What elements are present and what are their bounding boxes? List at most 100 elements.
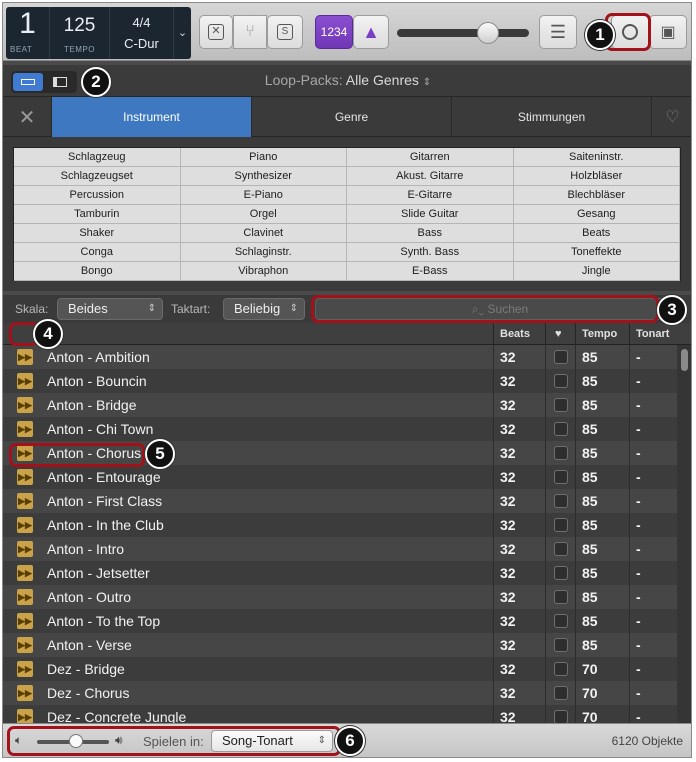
table-row[interactable]: ▶▶ Dez - Chorus 32 70- — [3, 681, 677, 705]
loop-key: - — [629, 657, 677, 681]
keyword-button[interactable]: Gitarren — [347, 148, 514, 167]
favorite-checkbox[interactable] — [545, 489, 575, 513]
keyword-button[interactable]: Slide Guitar — [347, 205, 514, 224]
favorite-checkbox[interactable] — [545, 561, 575, 585]
media-browser-button[interactable]: ▣ — [649, 15, 687, 49]
audio-loop-icon: ▶▶ — [17, 349, 33, 365]
control-bar: 1 BEAT 125 TEMPO 4/4 C-Dur ⌄ ✕ ⑂ S 1234 — [3, 3, 691, 61]
loop-beats: 32 — [493, 609, 545, 633]
scrollbar-thumb[interactable] — [681, 349, 688, 371]
favorite-checkbox[interactable] — [545, 633, 575, 657]
signature-popup[interactable]: Beliebig ⇕ — [223, 298, 305, 320]
keyword-button[interactable]: Clavinet — [180, 224, 347, 243]
scale-popup[interactable]: Beides ⇕ — [57, 298, 163, 320]
tempo-column-header[interactable]: Tempo — [575, 323, 629, 345]
filter-bar: Skala: Beides ⇕ Taktart: Beliebig ⇕ ⌕⌄ S… — [3, 295, 691, 325]
loop-key: - — [629, 345, 677, 369]
tuner-button[interactable]: ⑂ — [233, 15, 267, 49]
keyword-button[interactable]: Jingle — [513, 262, 680, 281]
tab-instrument[interactable]: Instrument — [51, 97, 251, 137]
favorite-checkbox[interactable] — [545, 609, 575, 633]
reset-filter-button[interactable]: ✕ — [3, 97, 51, 137]
loop-tempo: 70 — [575, 681, 629, 705]
table-row[interactable]: ▶▶ Anton - Intro 32 85- — [3, 537, 677, 561]
metronome-button[interactable]: ▲ — [353, 15, 389, 49]
keyword-button[interactable]: Schlagzeug — [14, 148, 181, 167]
keyword-button[interactable]: Toneffekte — [513, 243, 680, 262]
favorite-checkbox[interactable] — [545, 465, 575, 489]
keyword-button[interactable]: Holzbläser — [513, 167, 680, 186]
favorite-checkbox[interactable] — [545, 585, 575, 609]
favorite-checkbox[interactable] — [545, 705, 575, 723]
solo-button[interactable]: S — [267, 15, 303, 49]
favorite-checkbox[interactable] — [545, 393, 575, 417]
key-column-header[interactable]: Tonart — [629, 323, 691, 345]
master-volume-knob[interactable] — [477, 22, 499, 44]
favorite-checkbox[interactable] — [545, 441, 575, 465]
beats-column-header[interactable]: Beats — [493, 323, 545, 345]
loop-key: - — [629, 681, 677, 705]
loop-tempo: 85 — [575, 345, 629, 369]
keyword-button[interactable]: Synthesizer — [180, 167, 347, 186]
keyword-button[interactable]: Saiteninstr. — [513, 148, 680, 167]
loop-list: ▶▶ Anton - Ambition 32 85- ▶▶ Anton - Bounci… — [3, 345, 677, 723]
favorite-checkbox[interactable] — [545, 537, 575, 561]
vertical-scrollbar[interactable] — [677, 345, 691, 723]
keyword-button[interactable]: Tamburin — [14, 205, 181, 224]
keyword-button[interactable]: Gesang — [513, 205, 680, 224]
keyword-button[interactable]: Beats — [513, 224, 680, 243]
table-row[interactable]: ▶▶ Anton - Entourage 32 85- — [3, 465, 677, 489]
close-icon: ✕ — [18, 106, 36, 129]
keyword-button[interactable]: E-Bass — [347, 262, 514, 281]
loop-key: - — [629, 633, 677, 657]
keyword-button[interactable]: Orgel — [180, 205, 347, 224]
keyword-button[interactable]: Percussion — [14, 186, 181, 205]
favorite-checkbox[interactable] — [545, 657, 575, 681]
table-row[interactable]: ▶▶ Anton - Jetsetter 32 85- — [3, 561, 677, 585]
table-row[interactable]: ▶▶ Anton - Bridge 32 85- — [3, 393, 677, 417]
keyword-button[interactable]: Akust. Gitarre — [347, 167, 514, 186]
cycle-mode-button[interactable]: ✕ — [199, 15, 233, 49]
loop-browser-header: 2 Loop-Packs: Alle Genres ⇕ — [3, 65, 691, 97]
favorite-column-header[interactable]: ♥ — [545, 323, 575, 345]
table-row[interactable]: ▶▶ Anton - Bouncin 32 85- — [3, 369, 677, 393]
table-row[interactable]: ▶▶ Dez - Concrete Jungle 32 70- — [3, 705, 677, 723]
keyword-button[interactable]: Shaker — [14, 224, 181, 243]
lcd-display[interactable]: 1 BEAT 125 TEMPO 4/4 C-Dur ⌄ — [6, 7, 191, 59]
table-row[interactable]: ▶▶ Dez - Bridge 32 70- — [3, 657, 677, 681]
favorite-checkbox[interactable] — [545, 417, 575, 441]
keyword-button[interactable]: Vibraphon — [180, 262, 347, 281]
favorite-checkbox[interactable] — [545, 369, 575, 393]
logic-window: 1 BEAT 125 TEMPO 4/4 C-Dur ⌄ ✕ ⑂ S 1234 — [2, 2, 692, 758]
tab-genre[interactable]: Genre — [251, 97, 451, 137]
favorites-tab[interactable]: ♡ — [651, 97, 691, 137]
table-row[interactable]: ▶▶ Anton - First Class 32 85- — [3, 489, 677, 513]
list-editors-button[interactable]: ☰ — [539, 15, 577, 49]
table-row[interactable]: ▶▶ Anton - Outro 32 85- — [3, 585, 677, 609]
loop-beats: 32 — [493, 633, 545, 657]
keyword-button[interactable]: Schlaginstr. — [180, 243, 347, 262]
keyword-button[interactable]: Conga — [14, 243, 181, 262]
favorite-checkbox[interactable] — [545, 681, 575, 705]
keyword-button[interactable]: Bongo — [14, 262, 181, 281]
table-row[interactable]: ▶▶ Anton - Chi Town 32 85- — [3, 417, 677, 441]
count-in-button[interactable]: 1234 — [315, 15, 353, 49]
keyword-button[interactable]: Synth. Bass — [347, 243, 514, 262]
table-row[interactable]: ▶▶ Anton - To the Top 32 85- — [3, 609, 677, 633]
table-row[interactable]: ▶▶ Anton - Ambition 32 85- — [3, 345, 677, 369]
heart-outline-icon: ♡ — [665, 109, 680, 126]
tab-moods[interactable]: Stimmungen — [451, 97, 651, 137]
name-column-header[interactable] — [3, 323, 493, 345]
keyword-button[interactable]: Piano — [180, 148, 347, 167]
favorite-checkbox[interactable] — [545, 513, 575, 537]
keyword-button[interactable]: Bass — [347, 224, 514, 243]
master-volume-track[interactable] — [397, 29, 529, 37]
table-row[interactable]: ▶▶ Anton - In the Club 32 85- — [3, 513, 677, 537]
favorite-checkbox[interactable] — [545, 345, 575, 369]
keyword-button[interactable]: Schlagzeugset — [14, 167, 181, 186]
lcd-dropdown-chevron-icon[interactable]: ⌄ — [174, 7, 191, 59]
table-row[interactable]: ▶▶ Anton - Verse 32 85- — [3, 633, 677, 657]
keyword-button[interactable]: Blechbläser — [513, 186, 680, 205]
keyword-button[interactable]: E-Piano — [180, 186, 347, 205]
keyword-button[interactable]: E-Gitarre — [347, 186, 514, 205]
